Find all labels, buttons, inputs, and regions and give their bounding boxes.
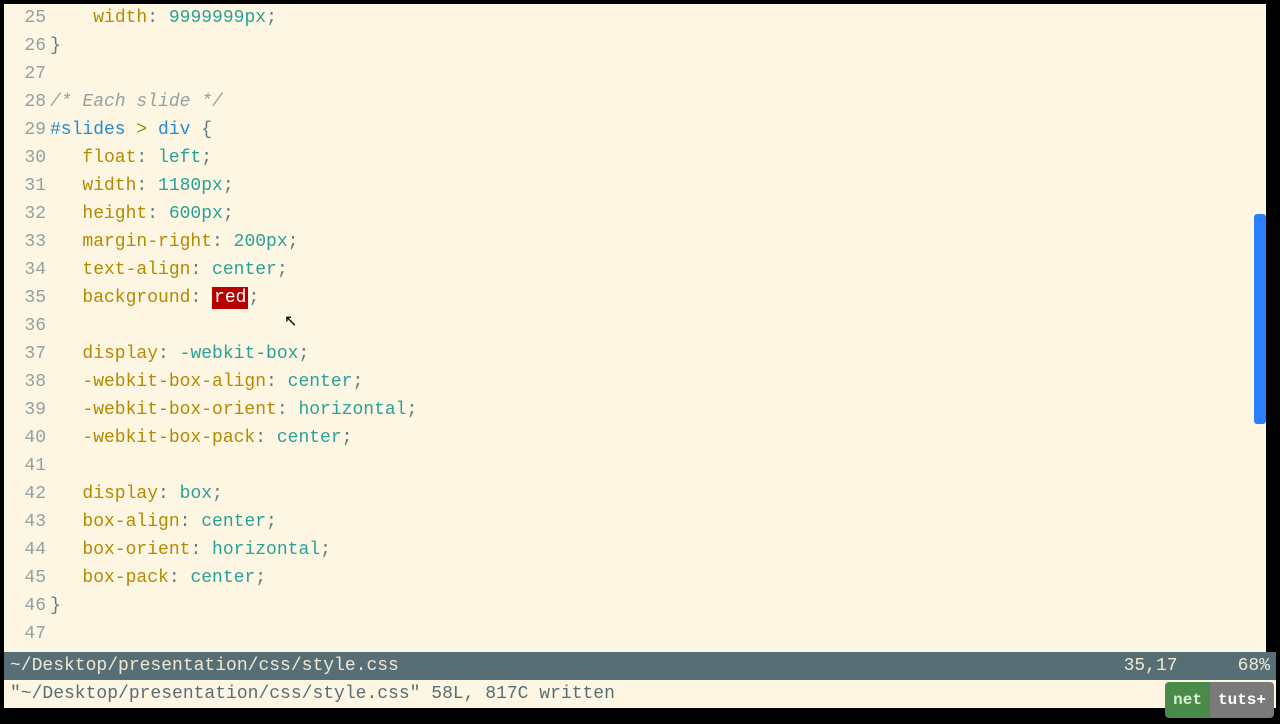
code-line[interactable]: margin-right: 200px; <box>50 228 1266 256</box>
code-line[interactable]: box-pack: center; <box>50 564 1266 592</box>
line-number: 37 <box>4 340 46 368</box>
nettuts-logo: net tuts+ <box>1165 682 1274 718</box>
code-line[interactable]: text-align: center; <box>50 256 1266 284</box>
line-number: 33 <box>4 228 46 256</box>
code-line[interactable]: -webkit-box-align: center; <box>50 368 1266 396</box>
code-line[interactable] <box>50 452 1266 480</box>
line-number: 34 <box>4 256 46 284</box>
line-number: 44 <box>4 536 46 564</box>
line-number: 36 <box>4 312 46 340</box>
code-line[interactable]: float: left; <box>50 144 1266 172</box>
code-line[interactable]: } <box>50 32 1266 60</box>
line-number: 43 <box>4 508 46 536</box>
code-line[interactable]: -webkit-box-pack: center; <box>50 424 1266 452</box>
status-cursor-pos: 35,17 <box>1124 652 1178 680</box>
code-line[interactable]: /* Each slide */ <box>50 88 1266 116</box>
line-number: 32 <box>4 200 46 228</box>
status-path: ~/Desktop/presentation/css/style.css <box>10 652 1124 680</box>
line-number: 47 <box>4 620 46 648</box>
line-number: 26 <box>4 32 46 60</box>
scroll-thumb[interactable] <box>1254 214 1266 424</box>
code-line[interactable]: box-align: center; <box>50 508 1266 536</box>
line-gutter: 2526272829303132333435363738394041424344… <box>4 4 50 652</box>
code-line[interactable]: width: 1180px; <box>50 172 1266 200</box>
code-line[interactable] <box>50 60 1266 88</box>
code-line[interactable]: height: 600px; <box>50 200 1266 228</box>
code-line[interactable]: #slides > div { <box>50 116 1266 144</box>
line-number: 28 <box>4 88 46 116</box>
code-line[interactable] <box>50 312 1266 340</box>
code-line[interactable] <box>50 620 1266 648</box>
code-line[interactable]: box-orient: horizontal; <box>50 536 1266 564</box>
line-number: 35 <box>4 284 46 312</box>
logo-net: net <box>1165 682 1210 718</box>
code-line[interactable]: background: red; <box>50 284 1266 312</box>
code-line[interactable]: } <box>50 592 1266 620</box>
status-percent: 68% <box>1238 652 1270 680</box>
command-line[interactable]: "~/Desktop/presentation/css/style.css" 5… <box>4 680 1276 708</box>
logo-tuts: tuts+ <box>1210 682 1274 718</box>
code-area[interactable]: ↖ width: 9999999px;}/* Each slide */#sli… <box>50 4 1266 652</box>
command-line-text: "~/Desktop/presentation/css/style.css" 5… <box>10 684 615 704</box>
line-number: 42 <box>4 480 46 508</box>
code-line[interactable]: width: 9999999px; <box>50 4 1266 32</box>
line-number: 38 <box>4 368 46 396</box>
line-number: 40 <box>4 424 46 452</box>
line-number: 29 <box>4 116 46 144</box>
line-number: 41 <box>4 452 46 480</box>
code-line[interactable]: display: -webkit-box; <box>50 340 1266 368</box>
code-line[interactable]: -webkit-box-orient: horizontal; <box>50 396 1266 424</box>
line-number: 46 <box>4 592 46 620</box>
line-number: 27 <box>4 60 46 88</box>
line-number: 45 <box>4 564 46 592</box>
code-line[interactable]: display: box; <box>50 480 1266 508</box>
scrollbar[interactable] <box>1252 4 1266 652</box>
line-number: 30 <box>4 144 46 172</box>
status-bar: ~/Desktop/presentation/css/style.css 35,… <box>4 652 1276 680</box>
line-number: 31 <box>4 172 46 200</box>
editor-viewport[interactable]: 2526272829303132333435363738394041424344… <box>4 4 1266 652</box>
line-number: 25 <box>4 4 46 32</box>
line-number: 39 <box>4 396 46 424</box>
